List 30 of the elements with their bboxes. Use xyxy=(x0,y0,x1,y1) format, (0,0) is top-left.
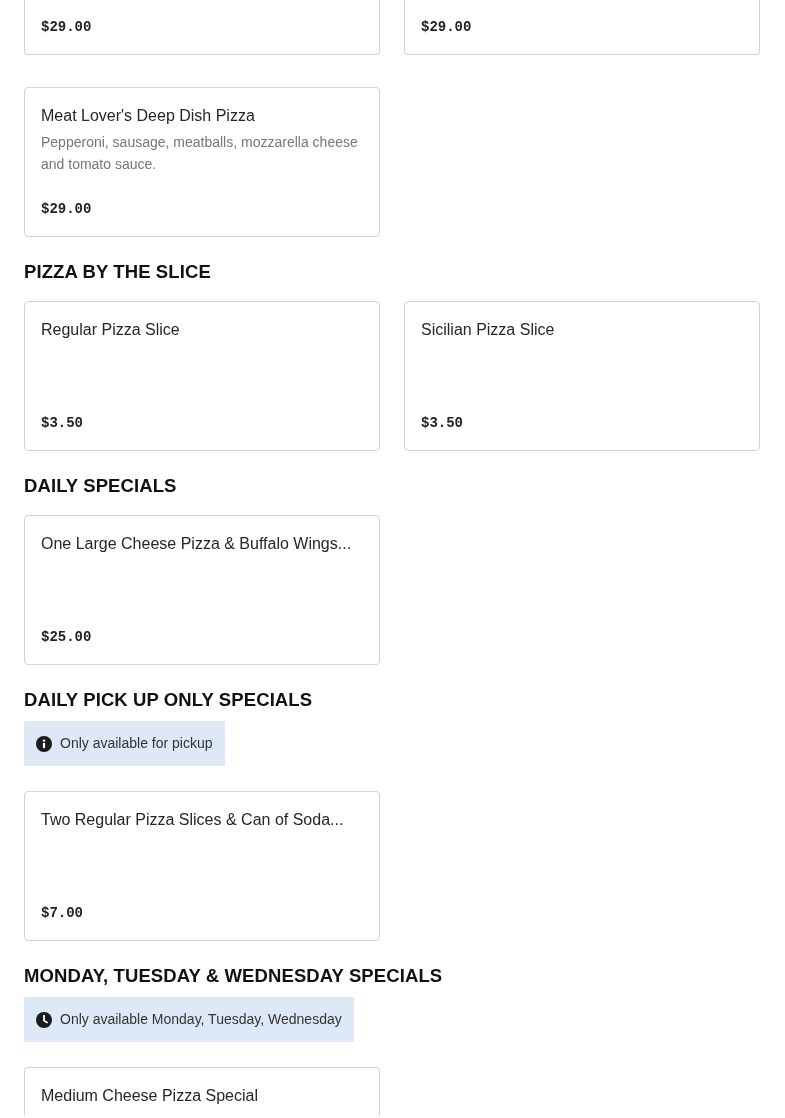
item-name: Meat Lover's Deep Dish Pizza xyxy=(41,106,256,126)
section-heading: DAILY SPECIALS xyxy=(24,474,177,498)
menu-item-card[interactable]: Sicilian Pizza Slice $3.50 xyxy=(404,301,760,451)
menu-item-card[interactable]: One Large Cheese Pizza & Buffalo Wings... $25.00 xyxy=(24,515,380,665)
notice-text: Only available for pickup xyxy=(60,734,213,753)
info-icon xyxy=(36,735,52,752)
section-heading: MONDAY, TUESDAY & WEDNESDAY SPECIALS xyxy=(24,964,443,988)
item-price: $29.00 xyxy=(421,18,473,37)
menu-item-card[interactable]: $29.00 xyxy=(404,0,760,55)
item-description: Pepperoni, sausage, meatballs, mozzarella cheese and tomato sauce. xyxy=(41,133,359,174)
item-name: Regular Pizza Slice xyxy=(41,320,181,340)
menu-item-card[interactable]: $29.00 xyxy=(24,0,380,55)
menu-item-card[interactable]: Meat Lover's Deep Dish Pizza Pepperoni, sausage, meatballs, mozzarella cheese and tomato sauce. $29.00 xyxy=(24,87,380,237)
section-heading: DAILY PICK UP ONLY SPECIALS xyxy=(24,688,313,712)
item-price: $3.50 xyxy=(41,414,84,433)
item-name: Sicilian Pizza Slice xyxy=(421,320,556,340)
menu-item-card[interactable]: Regular Pizza Slice $3.50 xyxy=(24,301,380,451)
clock-icon xyxy=(36,1011,52,1028)
menu-item-card[interactable]: Two Regular Pizza Slices & Can of Soda... $7.00 xyxy=(24,791,380,941)
item-name: Two Regular Pizza Slices & Can of Soda... xyxy=(41,810,345,830)
item-price: $25.00 xyxy=(41,628,93,647)
menu-item-card[interactable]: Medium Cheese Pizza Special xyxy=(24,1067,380,1116)
item-price: $3.50 xyxy=(421,414,464,433)
item-price: $29.00 xyxy=(41,18,93,37)
item-price: $29.00 xyxy=(41,200,93,219)
section-heading: PIZZA BY THE SLICE xyxy=(24,260,211,284)
notice-text: Only available Monday, Tuesday, Wednesday xyxy=(60,1010,342,1029)
item-name: One Large Cheese Pizza & Buffalo Wings... xyxy=(41,534,353,554)
item-name: Medium Cheese Pizza Special xyxy=(41,1086,259,1106)
item-price: $7.00 xyxy=(41,904,84,923)
